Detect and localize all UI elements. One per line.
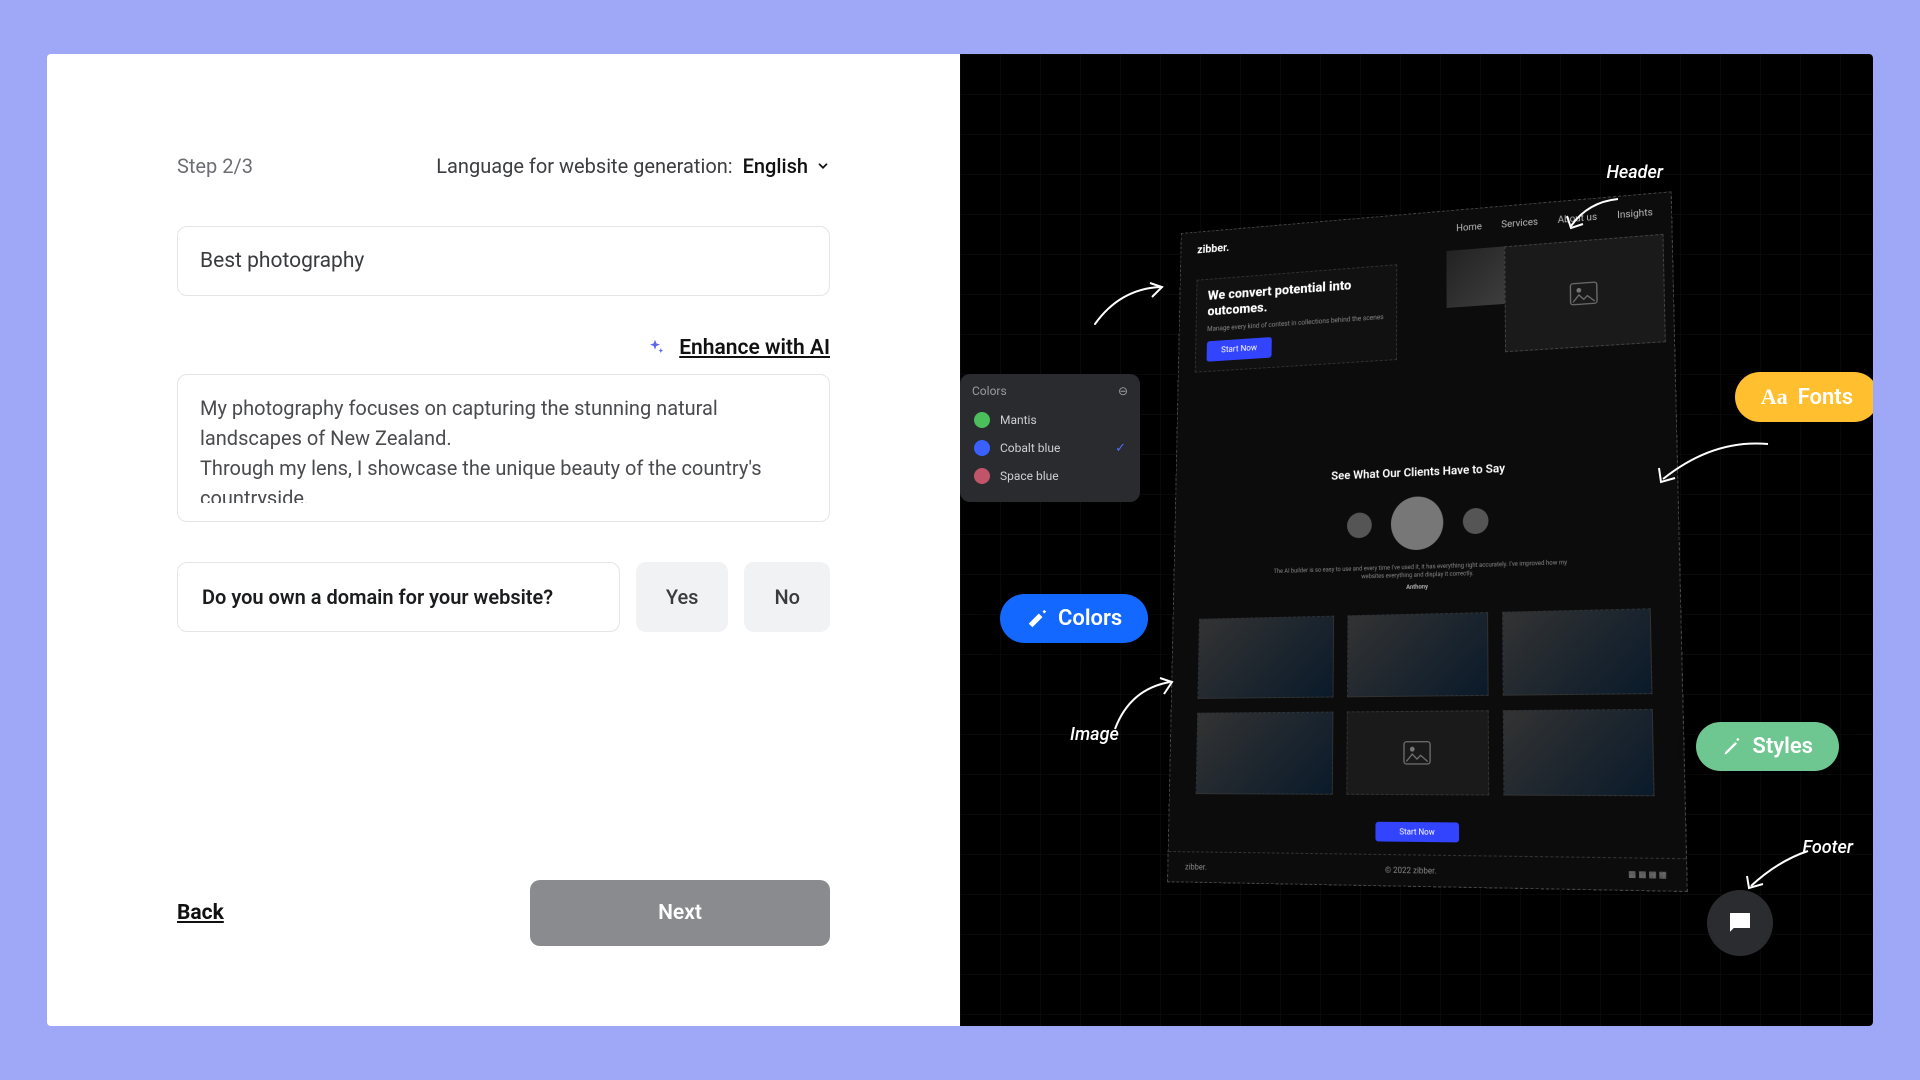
- hero-image-placeholder: [1504, 234, 1666, 352]
- gallery-tile: [1502, 608, 1652, 695]
- enhance-with-ai-link[interactable]: Enhance with AI: [679, 336, 830, 360]
- arrow-icon: [1653, 434, 1773, 494]
- image-placeholder-icon: [1568, 281, 1598, 306]
- palette-item[interactable]: Mantis: [972, 406, 1128, 434]
- gallery-tile-placeholder: [1346, 710, 1490, 795]
- chat-fab[interactable]: [1707, 890, 1773, 956]
- mock-logo: zibber.: [1197, 241, 1229, 256]
- secondary-cta: Start Now: [1375, 822, 1458, 843]
- color-palette-popover: Colors ⊖ Mantis Cobalt blue ✓ Space blue: [960, 374, 1140, 502]
- back-button[interactable]: Back: [177, 901, 224, 925]
- fonts-badge-label: Fonts: [1798, 385, 1853, 410]
- colors-badge-label: Colors: [1058, 606, 1122, 631]
- styles-badge[interactable]: Styles: [1696, 722, 1839, 771]
- website-mock: zibber. Home Services About us Insights …: [1167, 191, 1688, 892]
- gallery: [1169, 585, 1685, 820]
- mock-footer-social: ▦ ▦ ▦ ▦: [1628, 869, 1667, 879]
- color-swatch: [974, 468, 990, 484]
- language-group: Language for website generation: English: [436, 154, 830, 178]
- mock-footer-copy: © 2022 zibber.: [1384, 865, 1436, 875]
- chat-icon: [1725, 908, 1755, 938]
- hero-cta: Start Now: [1206, 337, 1271, 362]
- palette-item-label: Mantis: [1000, 413, 1037, 427]
- step-indicator: Step 2/3: [177, 154, 253, 178]
- colors-badge[interactable]: Colors: [1000, 594, 1148, 643]
- gallery-tile: [1503, 709, 1654, 796]
- language-select[interactable]: English: [743, 154, 830, 178]
- language-value: English: [743, 154, 808, 178]
- annotation-image: Image: [1070, 724, 1119, 745]
- palette-item[interactable]: Cobalt blue ✓: [972, 434, 1128, 462]
- avatar: [1346, 512, 1371, 538]
- annotation-header: Header: [1606, 162, 1663, 183]
- arrow-icon: [1563, 194, 1623, 234]
- color-swatch: [974, 412, 990, 428]
- form-panel: Step 2/3 Language for website generation…: [47, 54, 960, 1026]
- check-icon: ✓: [1115, 441, 1126, 456]
- arrow-icon: [1090, 279, 1170, 329]
- palette-item-label: Cobalt blue: [1000, 441, 1060, 455]
- next-button[interactable]: Next: [530, 880, 830, 946]
- image-placeholder-icon: [1402, 740, 1432, 765]
- description-wrap: [177, 374, 830, 522]
- language-label: Language for website generation:: [436, 154, 732, 178]
- palette-title: Colors: [972, 384, 1007, 398]
- color-swatch: [974, 440, 990, 456]
- fonts-badge[interactable]: Aa Fonts: [1735, 372, 1873, 422]
- gallery-tile: [1197, 616, 1333, 699]
- hero-title: We convert potential into outcomes.: [1207, 276, 1385, 321]
- domain-question: Do you own a domain for your website?: [177, 562, 620, 632]
- testimonials-heading: See What Our Clients Have to Say: [1176, 453, 1677, 489]
- palette-item[interactable]: Space blue: [972, 462, 1128, 490]
- annotation-footer: Footer: [1802, 837, 1853, 858]
- styles-badge-label: Styles: [1752, 734, 1813, 759]
- preview-panel: zibber. Home Services About us Insights …: [960, 54, 1873, 1026]
- gallery-tile: [1195, 712, 1332, 795]
- fonts-icon: Aa: [1761, 384, 1788, 410]
- mock-nav-item: Home: [1456, 221, 1482, 234]
- gallery-tile: [1346, 612, 1488, 697]
- description-textarea[interactable]: [200, 393, 805, 503]
- website-name-input[interactable]: Best photography: [177, 226, 830, 296]
- sparkle-icon: [645, 338, 665, 358]
- paint-icon: [1026, 608, 1048, 630]
- avatar: [1462, 508, 1488, 535]
- hero-text-block: We convert potential into outcomes. Mana…: [1194, 264, 1396, 372]
- close-icon[interactable]: ⊖: [1118, 384, 1128, 398]
- domain-yes-button[interactable]: Yes: [636, 562, 729, 632]
- mock-nav-item: Services: [1501, 216, 1538, 229]
- arrow-icon: [1110, 674, 1180, 734]
- avatar: [1390, 496, 1442, 551]
- mock-footer-logo: zibber.: [1184, 862, 1206, 871]
- domain-no-button[interactable]: No: [744, 562, 830, 632]
- palette-item-label: Space blue: [1000, 469, 1059, 483]
- chevron-down-icon: [816, 159, 830, 173]
- pencil-icon: [1722, 737, 1742, 757]
- app-frame: Step 2/3 Language for website generation…: [47, 54, 1873, 1026]
